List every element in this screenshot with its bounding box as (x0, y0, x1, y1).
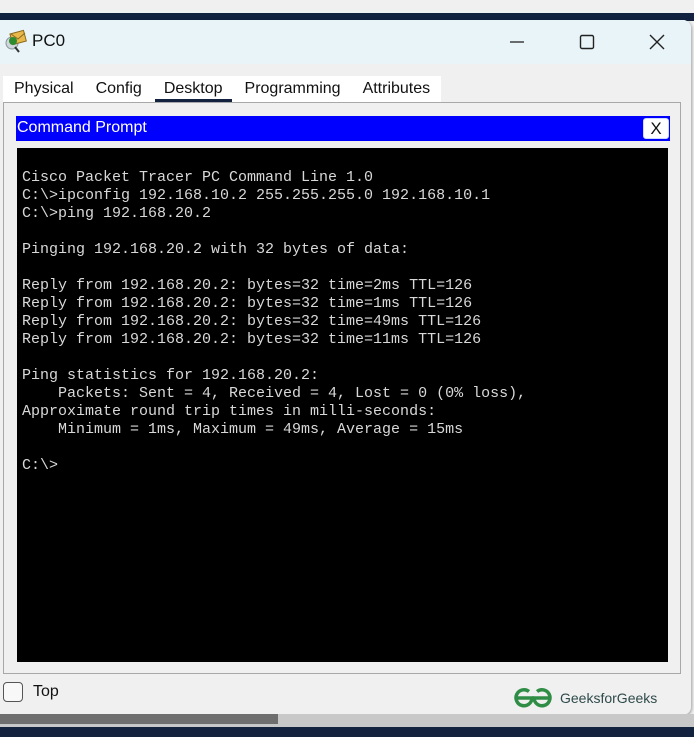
terminal-line: Reply from 192.168.20.2: bytes=32 time=1… (22, 295, 473, 312)
terminal-line: C:\> (22, 457, 59, 474)
command-prompt-title: Command Prompt (17, 119, 147, 136)
terminal-line: Approximate round trip times in milli-se… (22, 403, 437, 420)
window-title: PC0 (32, 31, 66, 50)
minimize-icon (510, 41, 524, 43)
terminal-line: Reply from 192.168.20.2: bytes=32 time=2… (22, 277, 473, 294)
minimize-button[interactable] (494, 20, 540, 64)
close-window-button[interactable] (634, 20, 680, 64)
command-prompt-close-button[interactable]: X (643, 118, 669, 139)
geeksforgeeks-watermark: GeeksforGeeks (513, 687, 657, 709)
title-bar[interactable]: PC0 (0, 20, 691, 64)
terminal-line: Minimum = 1ms, Maximum = 49ms, Average =… (22, 421, 464, 438)
tab-attributes[interactable]: Attributes (352, 76, 442, 102)
maximize-button[interactable] (564, 20, 610, 64)
top-checkbox[interactable] (3, 682, 23, 702)
watermark-text: GeeksforGeeks (560, 690, 658, 706)
desktop-panel: Command Prompt X Cisco Packet Tracer PC … (3, 102, 681, 674)
close-icon (649, 34, 665, 50)
top-checkbox-control[interactable]: Top (3, 682, 59, 702)
pc0-window: PC0 Physical Config Desktop Programming … (0, 20, 691, 715)
tab-programming[interactable]: Programming (234, 76, 352, 102)
terminal-line: Reply from 192.168.20.2: bytes=32 time=1… (22, 331, 482, 348)
terminal-line: Cisco Packet Tracer PC Command Line 1.0 (22, 169, 374, 186)
tab-desktop[interactable]: Desktop (153, 76, 234, 103)
horizontal-scrollbar-thumb[interactable] (0, 714, 278, 724)
terminal-line: Reply from 192.168.20.2: bytes=32 time=4… (22, 313, 482, 330)
tab-bar: Physical Config Desktop Programming Attr… (3, 76, 442, 103)
tab-config[interactable]: Config (85, 76, 153, 102)
cisco-pc-icon (5, 29, 27, 53)
geeksforgeeks-logo-icon (514, 688, 552, 708)
terminal-output[interactable]: Cisco Packet Tracer PC Command Line 1.0 C… (17, 148, 668, 662)
command-prompt-header: Command Prompt X (16, 116, 670, 141)
tab-physical[interactable]: Physical (3, 76, 85, 102)
maximize-icon (579, 34, 595, 50)
terminal-line: Ping statistics for 192.168.20.2: (22, 367, 320, 384)
terminal-line: C:\>ipconfig 192.168.10.2 255.255.255.0 … (22, 187, 491, 204)
taskbar-edge (0, 727, 694, 737)
desktop-background-top (0, 0, 694, 13)
top-checkbox-label: Top (33, 683, 59, 700)
terminal-line: C:\>ping 192.168.20.2 (22, 205, 212, 222)
terminal-line: Packets: Sent = 4, Received = 4, Lost = … (22, 385, 527, 402)
terminal-line: Pinging 192.168.20.2 with 32 bytes of da… (22, 241, 410, 258)
